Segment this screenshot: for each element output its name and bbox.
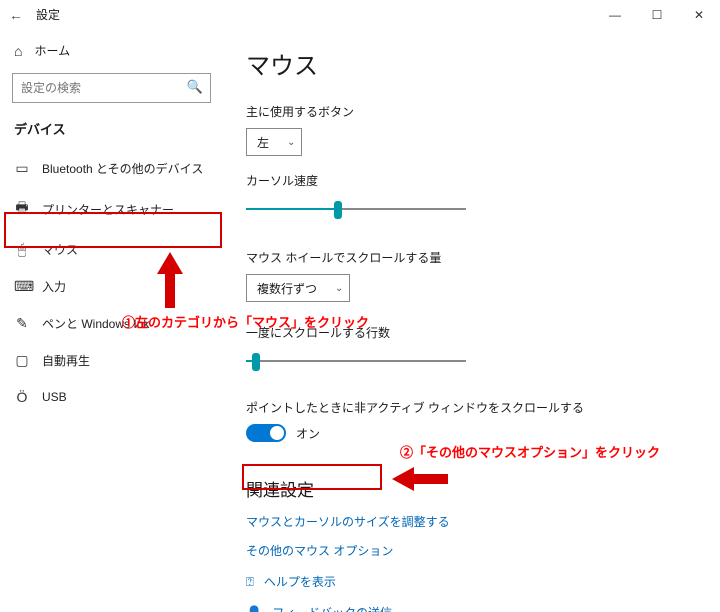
keyboard-icon: ⌨ [14,278,30,295]
chevron-down-icon: ⌄ [287,137,295,148]
nav-autoplay[interactable]: ▢ 自動再生 [0,342,223,379]
usb-icon: Ö [14,389,30,405]
search-input[interactable] [12,73,211,103]
close-button[interactable]: ✕ [678,0,720,30]
bluetooth-icon: ▭ [14,160,30,177]
annotation-arrow-1 [155,252,185,308]
autoplay-icon: ▢ [14,352,30,369]
toggle-on-label: オン [296,425,320,442]
annotation-arrow-2 [392,467,448,491]
primary-button-select[interactable]: 左 ⌄ [246,128,302,156]
annotation-text-2: ②「その他のマウスオプション」をクリック [400,442,660,461]
nav-printers[interactable]: 🖶 プリンターとスキャナー [0,187,223,231]
wheel-scroll-select[interactable]: 複数行ずつ ⌄ [246,274,350,302]
annotation-text-1: ①左のカテゴリから「マウス」をクリック [122,312,369,331]
nav-usb[interactable]: Ö USB [0,379,223,415]
category-heading: デバイス [0,117,223,150]
inactive-scroll-label: ポイントしたときに非アクティブ ウィンドウをスクロールする [246,399,698,416]
nav-mouse[interactable]: 🖱 マウス [0,231,223,268]
page-title: マウス [246,46,698,81]
lines-slider[interactable] [246,349,466,373]
window-title: 設定 [36,6,60,23]
chevron-down-icon: ⌄ [335,283,343,294]
cursor-speed-label: カーソル速度 [246,172,698,189]
cursor-speed-slider[interactable] [246,197,466,221]
nav-bluetooth[interactable]: ▭ Bluetooth とその他のデバイス [0,150,223,187]
help-icon: ⍰ [246,574,254,590]
inactive-scroll-toggle[interactable] [246,424,286,442]
primary-button-label: 主に使用するボタン [246,103,698,120]
wheel-scroll-label: マウス ホイールでスクロールする量 [246,249,698,266]
home-label: ホーム [34,42,70,59]
link-cursor-size[interactable]: マウスとカーソルのサイズを調整する [246,513,698,530]
pen-icon: ✎ [14,315,30,332]
back-button[interactable]: ← [6,7,26,23]
search-icon: 🔍 [187,79,203,95]
nav-typing[interactable]: ⌨ 入力 [0,268,223,305]
maximize-button[interactable]: ☐ [636,0,678,30]
feedback-link[interactable]: 👤 フィードバックの送信 [246,604,698,612]
mouse-icon: 🖱 [14,241,30,258]
link-other-mouse-options[interactable]: その他のマウス オプション [246,542,698,559]
help-link[interactable]: ⍰ ヘルプを表示 [246,573,698,590]
home-button[interactable]: ⌂ ホーム [0,36,223,69]
minimize-button[interactable]: — [594,0,636,30]
home-icon: ⌂ [14,43,22,59]
printer-icon: 🖶 [14,197,30,221]
related-settings-heading: 関連設定 [246,476,698,501]
feedback-icon: 👤 [246,605,262,612]
